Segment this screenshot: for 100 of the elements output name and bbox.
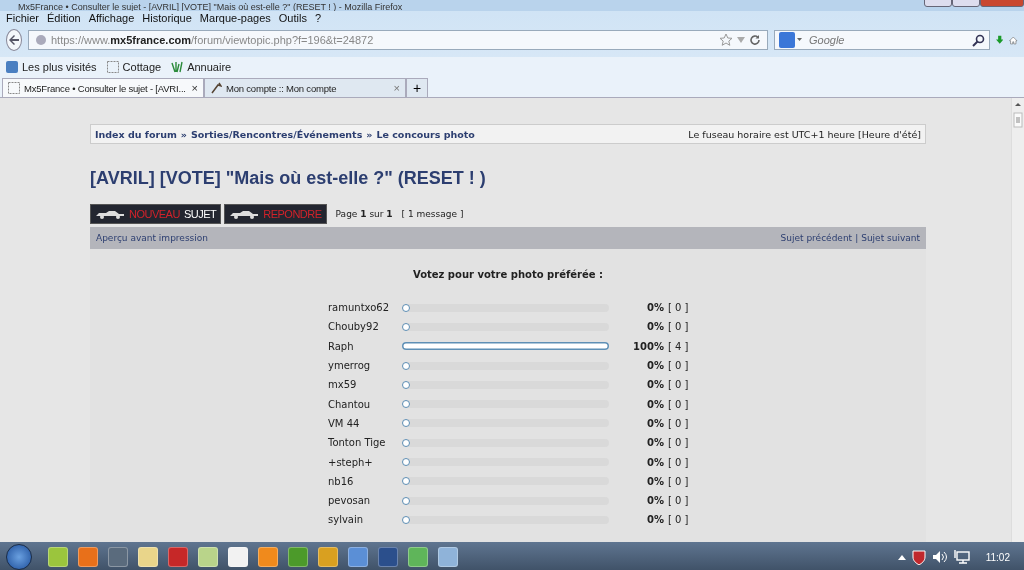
timezone-text: Le fuseau horaire est UTC+1 heure [Heure d'été] bbox=[688, 128, 921, 140]
breadcrumb-link[interactable]: Sorties/Rencontres/Événements bbox=[191, 128, 363, 140]
pagination-text: Page 1 sur 1 bbox=[335, 209, 393, 219]
empty-result-marker bbox=[402, 380, 410, 389]
taskbar-app-icon[interactable] bbox=[138, 547, 158, 567]
poll-vote-count: [ 0 ] bbox=[668, 495, 690, 507]
taskbar-app-icon[interactable] bbox=[288, 547, 308, 567]
bookmark-folder-icon bbox=[6, 61, 18, 73]
poll-vote-count: [ 0 ] bbox=[668, 514, 690, 526]
taskbar-app-icon[interactable] bbox=[348, 547, 368, 567]
poll-percent: 0% bbox=[646, 437, 665, 449]
poll-percent: 0% bbox=[646, 514, 665, 526]
taskbar-app-icon[interactable] bbox=[78, 547, 98, 567]
taskbar-app-icon[interactable] bbox=[408, 547, 428, 567]
taskbar-app-icon[interactable] bbox=[378, 547, 398, 567]
taskbar-app-icon[interactable] bbox=[318, 547, 338, 567]
poll-option-name: Chouby92 bbox=[328, 321, 380, 333]
poll-option-name: sylvain bbox=[328, 514, 365, 526]
tray-expand-icon[interactable] bbox=[897, 554, 906, 560]
shield-icon[interactable] bbox=[911, 549, 926, 565]
previous-topic-link[interactable]: Sujet précédent bbox=[780, 233, 853, 243]
link-separator: | bbox=[855, 233, 859, 243]
print-preview-link[interactable]: Aperçu avant impression bbox=[96, 233, 208, 243]
star-icon[interactable] bbox=[719, 33, 733, 47]
menu-item[interactable]: Fichier bbox=[6, 12, 39, 24]
back-arrow-icon bbox=[7, 33, 21, 47]
breadcrumb-link[interactable]: Index du forum bbox=[95, 128, 177, 140]
empty-result-marker bbox=[402, 303, 410, 312]
taskbar-app-icon[interactable] bbox=[438, 547, 458, 567]
bookmark-item[interactable]: Annuaire bbox=[171, 61, 232, 73]
poll-option-name: Raph bbox=[328, 340, 355, 352]
menu-item[interactable]: ? bbox=[314, 12, 322, 24]
scrollbar[interactable] bbox=[1011, 98, 1024, 542]
back-button[interactable] bbox=[6, 29, 22, 51]
next-topic-link[interactable]: Sujet suivant bbox=[861, 233, 920, 243]
menu-item[interactable]: Outils bbox=[278, 12, 307, 24]
speaker-icon[interactable] bbox=[931, 550, 948, 564]
poll-option-name: VM 44 bbox=[328, 417, 361, 429]
taskbar-app-icon[interactable] bbox=[168, 547, 188, 567]
empty-result-marker bbox=[402, 477, 410, 486]
breadcrumb-separator: » bbox=[180, 128, 187, 140]
taskbar-app-icon[interactable] bbox=[48, 547, 68, 567]
poll-vote-count: [ 0 ] bbox=[668, 360, 690, 372]
poll-percent: 0% bbox=[646, 379, 665, 391]
poll-percent: 0% bbox=[646, 360, 665, 372]
tab-close-button[interactable]: × bbox=[393, 82, 400, 94]
browser-tab[interactable]: Mon compte :: Mon compte × bbox=[204, 78, 406, 97]
taskbar-app-icon[interactable] bbox=[108, 547, 128, 567]
empty-result-marker bbox=[402, 322, 410, 331]
poll-percent: 0% bbox=[646, 398, 665, 410]
breadcrumb-link[interactable]: Le concours photo bbox=[376, 128, 475, 140]
search-bar[interactable]: Google bbox=[774, 30, 990, 50]
taskbar-app-icon[interactable] bbox=[228, 547, 248, 567]
dropdown-icon[interactable] bbox=[737, 37, 745, 43]
window-title: Mx5France • Consulter le sujet - [AVRIL] [VOTE] "Mais où est-elle ?" (RESET ! ) - Mozilla Firefox bbox=[18, 2, 403, 11]
new-topic-button[interactable]: NOUVEAU SUJET bbox=[90, 204, 222, 224]
menu-item[interactable]: Affichage bbox=[88, 12, 135, 24]
menu-item[interactable]: Historique bbox=[142, 12, 192, 24]
striped-logo-icon bbox=[171, 61, 184, 73]
search-icon[interactable] bbox=[972, 33, 985, 47]
poll-option-name: ramuntxo62 bbox=[328, 302, 391, 314]
search-engine-icon[interactable] bbox=[779, 32, 803, 48]
taskbar-app-icon[interactable] bbox=[198, 547, 218, 567]
car-icon bbox=[229, 209, 260, 219]
poll-percent: 0% bbox=[646, 321, 665, 333]
poll-vote-count: [ 4 ] bbox=[668, 340, 690, 352]
taskbar-app-icon[interactable] bbox=[258, 547, 278, 567]
bookmark-item[interactable]: Les plus visités bbox=[6, 61, 97, 73]
poll-vote-count: [ 0 ] bbox=[668, 321, 690, 333]
poll-vote-count: [ 0 ] bbox=[668, 456, 690, 468]
poll-question: Votez pour votre photo préférée : bbox=[412, 269, 604, 280]
network-icon[interactable] bbox=[953, 550, 970, 564]
menu-item[interactable]: Marque-pages bbox=[199, 12, 271, 24]
poll-percent: 0% bbox=[646, 456, 665, 468]
blank-page-icon bbox=[106, 61, 119, 73]
empty-result-marker bbox=[402, 361, 410, 370]
menu-item[interactable]: Édition bbox=[47, 12, 81, 24]
message-count: [ 1 message ] bbox=[401, 209, 464, 219]
poll-percent: 0% bbox=[646, 495, 665, 507]
breadcrumb-separator: » bbox=[366, 128, 373, 140]
clock: 11:02 bbox=[985, 551, 1010, 563]
poll-option-name: +steph+ bbox=[328, 456, 374, 468]
empty-result-marker bbox=[402, 438, 410, 447]
empty-result-marker bbox=[402, 419, 410, 428]
bookmark-item[interactable]: Cottage bbox=[106, 61, 162, 73]
poll-percent: 0% bbox=[646, 475, 665, 487]
tab-close-button[interactable]: × bbox=[191, 82, 198, 94]
poll-percent: 0% bbox=[646, 417, 665, 429]
empty-result-marker bbox=[402, 515, 410, 524]
start-button[interactable] bbox=[6, 544, 32, 570]
new-tab-button[interactable]: + bbox=[406, 78, 428, 97]
search-field[interactable]: Google bbox=[807, 33, 968, 47]
topic-title: [AVRIL] [VOTE] "Mais où est-elle ?" (RESET ! ) bbox=[90, 168, 487, 188]
browser-tab[interactable]: Mx5France • Consulter le sujet - [AVRI... × bbox=[2, 78, 204, 97]
empty-result-marker bbox=[402, 496, 410, 505]
poll-vote-count: [ 0 ] bbox=[668, 437, 690, 449]
reload-icon[interactable] bbox=[749, 34, 761, 46]
poll-percent: 100% bbox=[632, 340, 665, 352]
address-bar[interactable]: https://www.mx5france.com/forum/viewtopic.php?f=196&t=24872 bbox=[28, 30, 768, 50]
poll-option-name: pevosan bbox=[328, 495, 372, 507]
